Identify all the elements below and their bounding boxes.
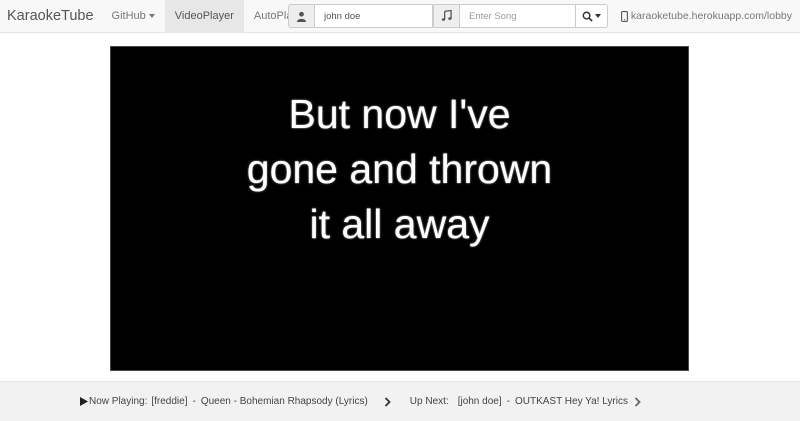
nav-videoplayer[interactable]: VideoPlayer [164,0,244,33]
nav-github-label: GitHub [111,9,146,22]
up-next-user: [john doe] [457,396,502,407]
now-playing-title: Queen - Bohemian Rhapsody (Lyrics) [200,396,368,407]
user-icon [288,4,315,28]
caret-down-icon [148,14,155,18]
nav-videoplayer-label: VideoPlayer [174,9,234,22]
top-navbar: KaraokeTube GitHub VideoPlayer AutoPlay [0,0,800,33]
now-playing-separator: - [192,396,196,407]
lyrics-line: But now I've [288,91,511,137]
mobile-phone-icon [620,11,628,22]
chevron-right-icon[interactable] [634,396,641,407]
search-button[interactable] [576,4,608,28]
username-field[interactable] [315,4,433,28]
music-note-icon [433,4,460,28]
lyrics-display: But now I've gone and thrown it all away [150,87,650,370]
chevron-right-icon [384,396,391,407]
caret-down-icon [595,14,601,18]
lyrics-line: it all away [309,201,490,247]
up-next-label: Up Next: [409,396,449,407]
up-next-title: OUTKAST Hey Ya! Lyrics [514,396,628,407]
now-playing-user: [freddie] [151,396,188,407]
song-input[interactable] [469,10,566,22]
username-input-group [288,4,433,28]
lobby-url-text: karaoketube.herokuapp.com/lobby [630,10,792,22]
search-icon [582,11,593,22]
play-icon [80,397,88,406]
video-player[interactable]: But now I've gone and thrown it all away [110,46,689,371]
nav-github-dropdown[interactable]: GitHub [102,0,165,33]
lyrics-line: gone and thrown [246,146,553,192]
now-playing-label: Now Playing: [89,396,148,407]
playback-footer: Now Playing: [freddie] - Queen - Bohemia… [0,381,800,421]
song-field[interactable] [460,4,576,28]
username-input[interactable] [324,10,423,22]
brand-logo[interactable]: KaraokeTube [0,0,102,33]
lobby-url-link[interactable]: karaoketube.herokuapp.com/lobby [620,0,792,33]
song-input-group [433,4,608,28]
queue-status: Now Playing: [freddie] - Queen - Bohemia… [80,396,641,407]
up-next-separator: - [506,396,510,407]
